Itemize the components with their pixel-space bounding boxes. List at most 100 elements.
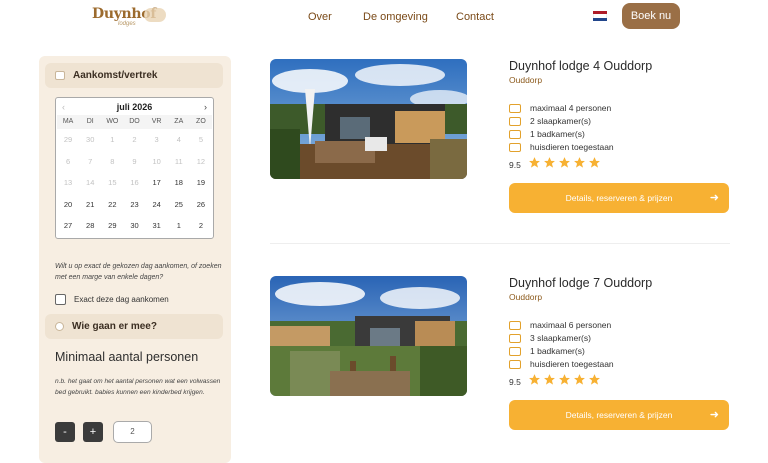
calendar-day: 14	[86, 178, 95, 187]
group-icon	[509, 103, 521, 113]
date-margin-hint: Wilt u op exact de gekozen dag aankomen,…	[55, 263, 222, 281]
calendar-day[interactable]: 23	[123, 194, 145, 216]
logo-ornament	[144, 8, 166, 22]
calendar-day: 29	[63, 135, 73, 144]
weekday-header: DO	[123, 115, 146, 129]
calendar-day[interactable]: 29	[101, 215, 123, 237]
bath-icon	[509, 129, 521, 139]
pet-icon	[509, 142, 521, 152]
bed-icon	[509, 116, 521, 126]
decrease-persons-button[interactable]: -	[55, 422, 75, 442]
persons-note: n.b. het gaat om het aantal personen wat…	[55, 378, 221, 396]
feature-bedrooms: 3 slaapkamer(s)	[509, 333, 591, 343]
calendar-day: 13	[63, 178, 73, 187]
arrow-right-icon: ➜	[709, 409, 719, 421]
calendar-day[interactable]: 22	[101, 194, 123, 216]
lodge-rating: 9.5	[509, 156, 603, 174]
calendar-day: 16	[130, 178, 139, 187]
date-picker: ‹ juli 2026 › MA DI WO DO VR ZA ZO 29 30 1 2 3 4 5 6 7 8…	[55, 97, 214, 239]
calendar-month: juli 2026	[116, 101, 153, 112]
feature-text: 1 badkamer(s)	[530, 346, 585, 356]
logo-tagline: lodges	[118, 21, 136, 27]
weekday-header: DI	[79, 115, 102, 129]
dutch-flag-icon[interactable]	[593, 11, 607, 21]
calendar-day[interactable]: 24	[146, 194, 168, 216]
star-icon	[588, 157, 600, 168]
bath-icon	[509, 346, 521, 356]
calendar-day: 12	[196, 156, 206, 166]
exact-day-option[interactable]: Exact deze dag aankomen	[55, 294, 169, 305]
lodge-location: Ouddorp	[509, 75, 543, 85]
search-sidebar: Aankomst/vertrek ‹ juli 2026 › MA DI WO DO V…	[39, 56, 231, 463]
feature-max-persons: maximaal 6 personen	[509, 320, 611, 330]
calendar-day: 9	[132, 156, 137, 166]
details-reserve-button[interactable]: Details, reserveren & prijzen ➜	[509, 183, 729, 213]
calendar-day: 1	[110, 135, 115, 144]
dates-section-title: Aankomst/vertrek	[73, 70, 158, 81]
details-reserve-button[interactable]: Details, reserveren & prijzen ➜	[509, 400, 729, 430]
calendar-grid: MA DI WO DO VR ZA ZO 29 30 1 2 3 4 5 6 7 8 9 10 11 12 13 14 15 1…	[56, 115, 213, 237]
weekday-header: WO	[101, 115, 124, 129]
weekday-header: ZA	[167, 115, 190, 129]
star-icon	[528, 374, 540, 385]
calendar-day[interactable]: 20	[57, 194, 79, 216]
calendar-day: 10	[152, 156, 161, 166]
calendar-day: 6	[65, 156, 71, 166]
feature-max-persons: maximaal 4 personen	[509, 103, 611, 113]
dates-section-header[interactable]: Aankomst/vertrek	[45, 63, 223, 88]
calendar-day[interactable]: 26	[190, 194, 212, 216]
calendar-day[interactable]: 27	[57, 215, 79, 237]
rating-score: 9.5	[509, 160, 521, 170]
lodge-title[interactable]: Duynhof lodge 4 Ouddorp	[509, 59, 652, 73]
feature-text: 2 slaapkamer(s)	[530, 116, 591, 126]
calendar-day[interactable]: 21	[79, 194, 101, 216]
min-persons-title: Minimaal aantal personen	[55, 350, 199, 364]
lodge-title[interactable]: Duynhof lodge 7 Ouddorp	[509, 276, 652, 290]
rating-stars	[528, 373, 603, 391]
calendar-nav: ‹ juli 2026 ›	[56, 98, 213, 115]
feature-text: 1 badkamer(s)	[530, 129, 585, 139]
calendar-icon	[55, 71, 65, 80]
calendar-day[interactable]: 31	[146, 215, 168, 237]
star-icon	[573, 157, 585, 168]
calendar-day[interactable]: 30	[123, 215, 145, 237]
calendar-day[interactable]: 2	[190, 215, 212, 237]
nav-contact[interactable]: Contact	[456, 11, 494, 23]
star-icon	[543, 157, 555, 168]
calendar-day: 4	[176, 135, 181, 144]
star-icon	[573, 374, 585, 385]
lodge-photo[interactable]	[270, 59, 467, 179]
nav-de-omgeving[interactable]: De omgeving	[363, 11, 428, 23]
exact-day-checkbox[interactable]	[55, 294, 66, 305]
next-month-icon[interactable]: ›	[204, 102, 207, 112]
nav-over[interactable]: Over	[308, 11, 332, 23]
persons-input[interactable]: 2	[113, 421, 152, 443]
calendar-day: 3	[154, 135, 159, 144]
calendar-day[interactable]: 18	[168, 172, 190, 194]
calendar-day: 2	[132, 135, 137, 144]
feature-text: huisdieren toegestaan	[530, 359, 614, 369]
feature-pets: huisdieren toegestaan	[509, 359, 614, 369]
calendar-day[interactable]: 25	[168, 194, 190, 216]
prev-month-icon[interactable]: ‹	[62, 102, 65, 112]
weekday-header: VR	[145, 115, 168, 129]
calendar-day[interactable]: 1	[168, 215, 190, 237]
star-icon	[543, 374, 555, 385]
increase-persons-button[interactable]: +	[83, 422, 103, 442]
weekday-header: ZO	[189, 115, 212, 129]
feature-text: 3 slaapkamer(s)	[530, 333, 591, 343]
calendar-day[interactable]: 17	[146, 172, 168, 194]
lodge-photo[interactable]	[270, 276, 467, 396]
guests-section-header[interactable]: Wie gaan er mee?	[45, 314, 223, 339]
calendar-day[interactable]: 19	[190, 172, 212, 194]
feature-bedrooms: 2 slaapkamer(s)	[509, 116, 591, 126]
feature-text: maximaal 4 personen	[530, 103, 612, 113]
feature-text: huisdieren toegestaan	[530, 142, 614, 152]
calendar-day[interactable]: 28	[79, 215, 101, 237]
star-icon	[558, 157, 570, 168]
book-now-button[interactable]: Boek nu	[622, 3, 680, 29]
rating-stars	[528, 156, 603, 174]
details-button-label: Details, reserveren & prijzen	[565, 193, 673, 203]
star-icon	[558, 374, 570, 385]
calendar-day: 11	[174, 156, 183, 166]
